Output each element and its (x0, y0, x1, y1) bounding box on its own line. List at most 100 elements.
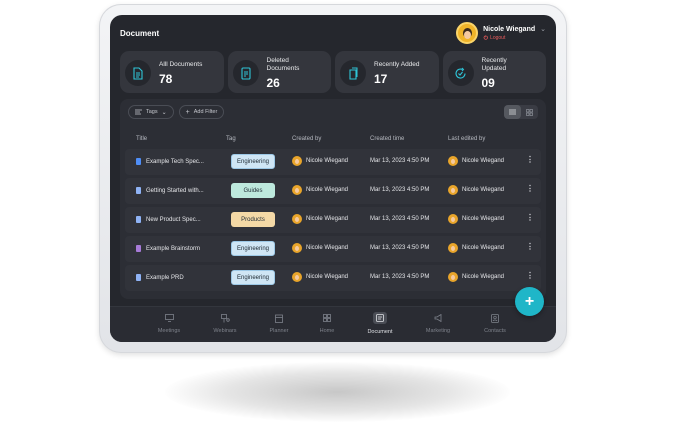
created-by-name: Nicole Wiegand (306, 216, 349, 222)
row-created-by: Nicole Wiegand (292, 272, 348, 282)
row-title-text: New Product Spec... (146, 216, 201, 223)
document-icon (125, 60, 151, 86)
row-title-text: Example Tech Spec... (146, 158, 204, 165)
last-edited-name: Nicole Wiegand (462, 245, 505, 251)
nav-item-marketing[interactable]: Marketing (416, 313, 460, 334)
nav-item-meetings[interactable]: Meetings (147, 313, 191, 334)
table-row[interactable]: Example Tech Spec... Engineering Nicole … (125, 149, 541, 175)
table-row[interactable]: Getting Started with... Guides Nicole Wi… (125, 178, 541, 204)
more-options-icon[interactable]: ⋮ (526, 243, 534, 251)
table-body: Example Tech Spec... Engineering Nicole … (125, 149, 541, 294)
row-created-time: Mar 13, 2023 4:50 PM (370, 245, 430, 251)
device-shadow (165, 362, 510, 422)
created-by-name: Nicole Wiegand (306, 245, 349, 251)
bottom-nav: Meetings Webinars Planner Home Document … (110, 306, 556, 342)
megaphone-icon (433, 313, 443, 323)
column-header-title[interactable]: Title (136, 136, 147, 142)
created-by-name: Nicole Wiegand (306, 274, 349, 280)
grid-view-icon[interactable] (521, 105, 538, 119)
nav-item-planner[interactable]: Planner (257, 313, 301, 334)
nav-label: Document (367, 329, 393, 335)
logout-label: Logout (490, 34, 506, 41)
filter-bar: Tags ⌄ + Add Filter (128, 105, 225, 119)
row-title-text: Example PRD (146, 274, 184, 281)
column-header-created-time[interactable]: Created time (370, 136, 404, 142)
row-last-edited-by: Nicole Wiegand (448, 272, 504, 282)
nav-item-webinars[interactable]: Webinars (203, 313, 247, 334)
row-created-by: Nicole Wiegand (292, 243, 348, 253)
stat-count: 26 (266, 76, 280, 90)
column-header-tag[interactable]: Tag (226, 136, 236, 142)
stat-count: 78 (159, 72, 173, 86)
more-options-icon[interactable]: ⋮ (526, 185, 534, 193)
avatar (448, 214, 458, 224)
last-edited-name: Nicole Wiegand (462, 158, 505, 164)
row-title[interactable]: Example Tech Spec... (136, 158, 204, 165)
add-filter-label: Add Filter (193, 109, 218, 115)
document-icon (136, 187, 141, 194)
logout-icon (483, 35, 488, 40)
nav-item-home[interactable]: Home (305, 313, 349, 334)
tags-filter-button[interactable]: Tags ⌄ (128, 105, 174, 119)
row-title[interactable]: Example Brainstorm (136, 245, 200, 252)
tag-badge: Products (231, 212, 275, 227)
column-header-last-edited-by[interactable]: Last edited by (448, 136, 485, 142)
tags-icon (135, 109, 142, 115)
created-by-name: Nicole Wiegand (306, 158, 349, 164)
table-row[interactable]: Example PRD Engineering Nicole Wiegand M… (125, 265, 541, 291)
nav-label: Meetings (157, 328, 181, 334)
chevron-down-icon[interactable]: ⌄ (540, 25, 546, 33)
avatar (448, 185, 458, 195)
more-options-icon[interactable]: ⋮ (526, 272, 534, 280)
tag-badge: Engineering (231, 241, 275, 256)
nav-item-contacts[interactable]: Contacts (473, 313, 517, 334)
stat-card-recently-added[interactable]: Recently Added 17 (335, 51, 439, 93)
contacts-icon (490, 313, 500, 323)
stat-card-deleted-documents[interactable]: Deleted Documents 26 (227, 51, 331, 93)
row-created-by: Nicole Wiegand (292, 156, 348, 166)
plus-icon: + (524, 292, 535, 310)
table-row[interactable]: New Product Spec... Products Nicole Wieg… (125, 207, 541, 233)
table-header: Title Tag Created by Created time Last e… (120, 136, 546, 146)
add-document-fab[interactable]: + (515, 287, 544, 316)
view-toggle (504, 105, 538, 119)
row-created-time: Mar 13, 2023 4:50 PM (370, 216, 430, 222)
tag-badge: Engineering (231, 270, 275, 285)
stat-label-line2: Updated (481, 65, 507, 72)
list-view-icon[interactable] (504, 105, 521, 119)
stat-card-recently-updated[interactable]: Recently Updated 09 (442, 51, 546, 93)
avatar (292, 243, 302, 253)
row-last-edited-by: Nicole Wiegand (448, 243, 504, 253)
user-menu[interactable]: Nicole Wiegand Logout ⌄ (456, 20, 546, 46)
app-screen: Document Nicole Wiegand Logout ⌄ Alll Do… (110, 15, 556, 342)
tag-badge: Guides (231, 183, 275, 198)
document-icon (373, 312, 387, 324)
logout-link[interactable]: Logout (483, 35, 535, 41)
more-options-icon[interactable]: ⋮ (526, 214, 534, 222)
row-title[interactable]: Example PRD (136, 274, 184, 281)
stat-card-all-documents[interactable]: Alll Documents 78 (120, 51, 224, 93)
row-created-by: Nicole Wiegand (292, 185, 348, 195)
more-options-icon[interactable]: ⋮ (526, 156, 534, 164)
row-title[interactable]: New Product Spec... (136, 216, 201, 223)
row-title-text: Getting Started with... (146, 187, 204, 194)
add-filter-button[interactable]: + Add Filter (178, 105, 225, 119)
planner-icon (274, 313, 284, 323)
column-header-created-by[interactable]: Created by (292, 136, 321, 142)
avatar (292, 272, 302, 282)
avatar (448, 243, 458, 253)
row-title[interactable]: Getting Started with... (136, 187, 204, 194)
row-last-edited-by: Nicole Wiegand (448, 185, 504, 195)
created-by-name: Nicole Wiegand (306, 187, 349, 193)
nav-item-document[interactable]: Document (358, 312, 402, 335)
nav-label: Home (319, 328, 335, 334)
stat-label: Recently Added (374, 61, 420, 68)
user-name: Nicole Wiegand (483, 25, 536, 33)
table-row[interactable]: Example Brainstorm Engineering Nicole Wi… (125, 236, 541, 262)
nav-label: Planner (269, 328, 289, 334)
deleted-document-icon (232, 60, 259, 86)
avatar (448, 272, 458, 282)
row-title-text: Example Brainstorm (146, 245, 201, 252)
stat-count: 09 (481, 76, 495, 90)
nav-label: Marketing (425, 328, 451, 334)
